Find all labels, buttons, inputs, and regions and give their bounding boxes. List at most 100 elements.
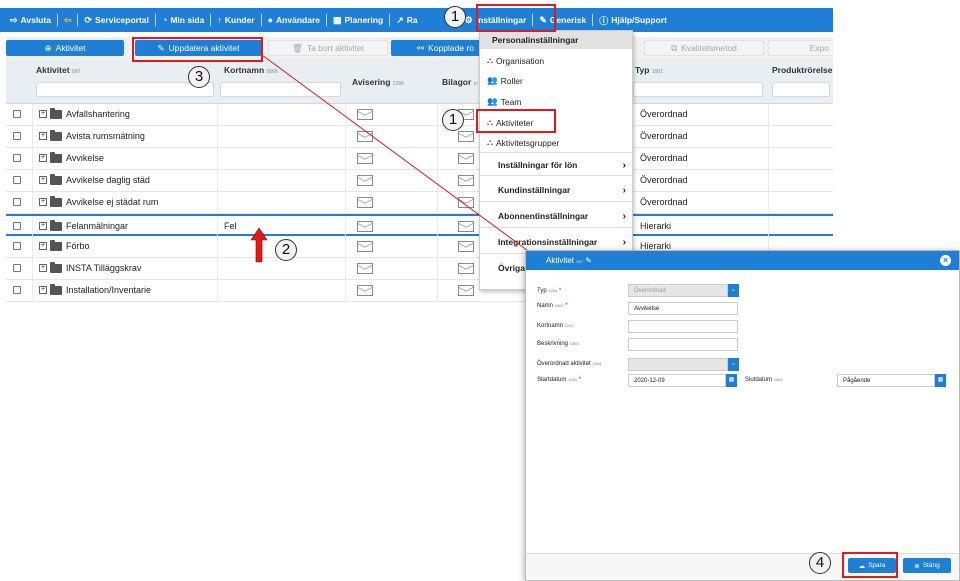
envelope-icon[interactable] [357,131,373,142]
row-checkbox[interactable] [13,198,21,206]
nav-anvandare[interactable]: ● Användare [268,15,320,25]
linked-button[interactable]: ⚯ Kopplade ro [391,40,483,56]
table-row[interactable]: + Avvikelse Överordnad [6,148,833,170]
chevron-down-icon[interactable]: ⌄ [728,284,739,297]
folder-icon [50,284,62,295]
envelope-icon[interactable] [458,263,474,274]
shortname-field[interactable] [628,320,738,333]
calendar-icon[interactable]: ▦ [935,374,946,387]
nav-serviceportal[interactable]: ⟳ Serviceportal [84,15,148,26]
column-product[interactable]: Produktrörelse [772,65,832,75]
row-checkbox[interactable] [13,154,21,162]
expand-icon[interactable]: + [39,110,47,118]
expand-icon[interactable]: + [39,198,47,206]
envelope-icon[interactable] [357,153,373,164]
column-divider [345,126,346,148]
envelope-icon[interactable] [458,241,474,252]
menu-section-abonnent[interactable]: Abonnentinställningar › [480,211,632,222]
expand-icon[interactable]: + [39,286,47,294]
end-date-field[interactable]: Pågående [837,374,935,387]
activity-name: Förbo [66,241,90,251]
column-shortname[interactable]: Kortnamn 5666 [224,65,278,75]
table-row[interactable]: + Avvikelse ej städat rum Överordnad [6,192,833,214]
column-activity[interactable]: Aktivitet 997 [36,65,80,75]
envelope-icon[interactable] [458,175,474,186]
menu-item-roller[interactable]: 👥 Roller [480,75,632,86]
table-row[interactable]: + Avista rumsmätning Överordnad [6,126,833,148]
envelope-icon[interactable] [357,197,373,208]
row-checkbox[interactable] [13,222,21,230]
row-checkbox[interactable] [13,110,21,118]
chevron-down-icon[interactable]: ⌄ [728,358,739,371]
expand-icon[interactable]: + [39,154,47,162]
team-icon: 👥 [487,96,498,106]
envelope-icon[interactable] [357,241,373,252]
activity-filter-input[interactable] [36,82,214,97]
row-checkbox[interactable] [13,132,21,140]
table-row[interactable]: + Avvikelse daglig städ Överordnad [6,170,833,192]
add-activity-button[interactable]: ⊕ Aktivitet [6,40,124,56]
row-checkbox[interactable] [13,242,21,250]
menu-header-personal: Personalinställningar [480,31,632,49]
menu-item-aktivitetsgrupper[interactable]: ⛬ Aktivitetsgrupper [480,137,632,148]
shortname-filter-input[interactable] [220,82,341,97]
calendar-icon[interactable]: ▦ [726,374,737,387]
close-button[interactable]: ⊗ Stäng [903,558,951,573]
envelope-icon[interactable] [357,109,373,120]
column-notice[interactable]: Avisering 2266 [352,77,404,87]
type-filter-input[interactable] [633,82,763,97]
start-date-label: Startdatum 1000 * [537,377,581,383]
description-field[interactable] [628,338,738,351]
envelope-icon[interactable] [357,175,373,186]
nav-min-sida[interactable]: ◔ Min sida [162,15,204,25]
nav-hjalp-support[interactable]: ⓘ Hjälp/Support [599,14,667,27]
delete-activity-button[interactable]: 🗑 Ta bort aktivitet [268,40,388,56]
envelope-icon[interactable] [357,263,373,274]
expand-icon[interactable]: + [39,264,47,272]
nav-kunder[interactable]: ↑ Kunder [217,15,254,25]
expand-icon[interactable]: + [39,132,47,140]
name-field[interactable]: Avvikelse [628,302,738,315]
type-select[interactable]: Överordnad [628,284,728,297]
quality-method-button[interactable]: ⧉ Kvalitetsmetod [644,40,764,56]
nav-back[interactable]: ⇦ [64,15,72,26]
menu-section-kund[interactable]: Kundinställningar › [480,185,632,196]
menu-section-lon[interactable]: Inställningar för lön › [480,160,632,171]
folder-icon [50,196,62,207]
envelope-icon[interactable] [458,153,474,164]
menu-item-team[interactable]: 👥 Team [480,96,632,107]
row-checkbox[interactable] [13,286,21,294]
nav-separator [77,14,79,26]
envelope-icon[interactable] [458,197,474,208]
menu-section-integration[interactable]: Integrationsinställningar › [480,237,632,248]
envelope-icon[interactable] [357,221,373,232]
table-row[interactable]: + Felanmälningar Fel Hierarki [6,214,833,238]
column-divider [345,192,346,214]
parent-activity-select[interactable] [628,358,728,371]
nav-planering[interactable]: ▦ Planering [333,15,383,26]
envelope-icon[interactable] [357,285,373,296]
close-icon[interactable]: × [940,255,951,266]
start-date-field[interactable]: 2020-12-09 [628,374,726,387]
activity-name: Avvikelse [66,153,104,163]
column-divider [32,170,33,192]
row-checkbox[interactable] [13,264,21,272]
expand-icon[interactable]: + [39,222,47,230]
column-type[interactable]: Typ 1001 [635,65,663,75]
nav-avsluta[interactable]: ⇨ Avsluta [10,15,51,26]
envelope-icon[interactable] [458,131,474,142]
product-filter-input[interactable] [772,82,830,97]
export-button[interactable]: Expo [768,40,833,56]
expand-icon[interactable]: + [39,242,47,250]
row-checkbox[interactable] [13,176,21,184]
expand-icon[interactable]: + [39,176,47,184]
column-attachments[interactable]: Bilagor rc [442,77,478,87]
column-divider [217,236,218,258]
envelope-icon[interactable] [458,221,474,232]
menu-item-organisation[interactable]: ⛬ Organisation [480,55,632,66]
activity-type: Överordnad [640,109,688,119]
envelope-icon[interactable] [458,285,474,296]
nav-rapporter[interactable]: ↗ Ra [396,15,417,26]
step-badge: 3 [188,66,210,88]
table-row[interactable]: + Avfallshantering Överordnad [6,104,833,126]
